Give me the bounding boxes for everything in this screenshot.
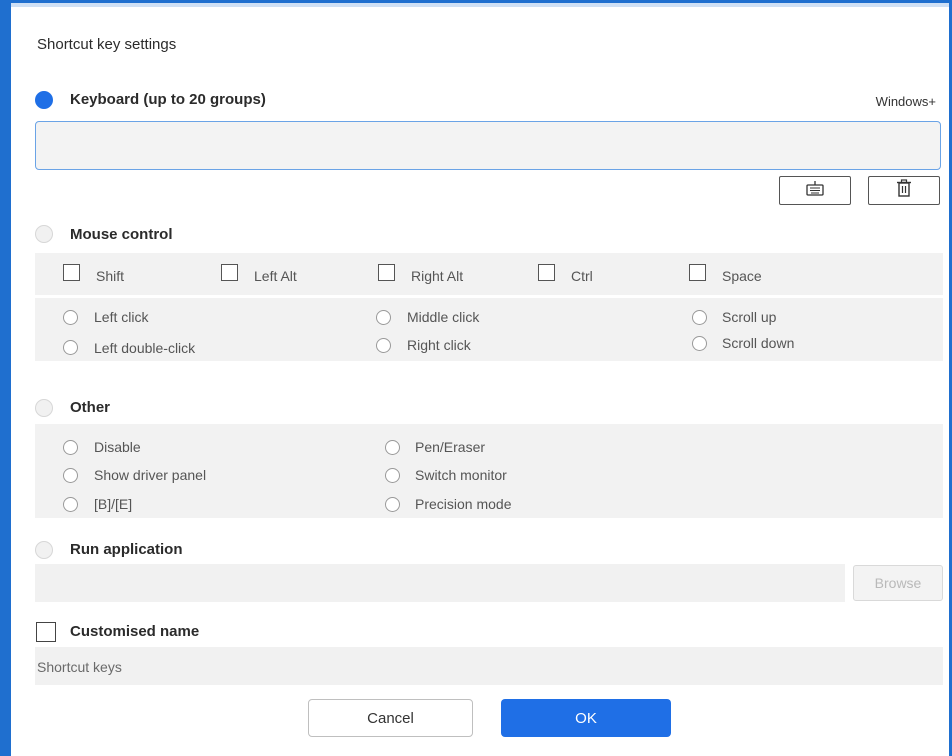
run-application-radio[interactable]: [35, 541, 53, 559]
pen-eraser-radio[interactable]: [385, 440, 400, 455]
space-checkbox[interactable]: [689, 264, 706, 281]
window-frame-top-highlight: [11, 3, 952, 7]
browse-button[interactable]: Browse: [853, 565, 943, 601]
windows-modifier-label: Windows+: [875, 94, 936, 109]
ok-button[interactable]: OK: [501, 699, 671, 737]
application-path-input[interactable]: [35, 564, 845, 602]
keyboard-label: Keyboard (up to 20 groups): [70, 91, 266, 108]
right-click-label: Right click: [407, 337, 471, 353]
disable-label: Disable: [94, 439, 141, 455]
switch-monitor-radio[interactable]: [385, 468, 400, 483]
mouse-control-radio[interactable]: [35, 225, 53, 243]
precision-mode-radio[interactable]: [385, 497, 400, 512]
keyboard-shortcut-input[interactable]: [35, 121, 941, 170]
right-alt-label: Right Alt: [411, 268, 464, 284]
show-driver-panel-radio[interactable]: [63, 468, 78, 483]
shift-label: Shift: [96, 268, 125, 284]
ctrl-checkbox[interactable]: [538, 264, 555, 281]
customised-name-input[interactable]: [35, 647, 943, 685]
b-e-label: [B]/[E]: [94, 496, 133, 512]
window-frame-left: [0, 0, 11, 756]
scroll-up-label: Scroll up: [722, 309, 777, 325]
pen-eraser-label: Pen/Eraser: [415, 439, 486, 455]
precision-mode-label: Precision mode: [415, 496, 512, 512]
right-click-radio[interactable]: [376, 338, 391, 353]
other-label: Other: [70, 399, 111, 416]
keyboard-radio[interactable]: [35, 91, 53, 109]
left-double-click-radio[interactable]: [63, 340, 78, 355]
switch-monitor-label: Switch monitor: [415, 467, 507, 483]
space-label: Space: [722, 268, 762, 284]
left-alt-checkbox[interactable]: [221, 264, 238, 281]
mouse-panel-divider: [35, 295, 943, 298]
run-application-label: Run application: [70, 541, 183, 558]
trash-icon: [896, 179, 912, 202]
left-double-click-label: Left double-click: [94, 340, 196, 356]
disable-radio[interactable]: [63, 440, 78, 455]
middle-click-label: Middle click: [407, 309, 480, 325]
scroll-down-label: Scroll down: [722, 335, 795, 351]
cancel-button[interactable]: Cancel: [308, 699, 473, 737]
other-radio[interactable]: [35, 399, 53, 417]
scroll-down-radio[interactable]: [692, 336, 707, 351]
delete-button[interactable]: [868, 176, 940, 205]
show-driver-panel-label: Show driver panel: [94, 467, 207, 483]
scroll-up-radio[interactable]: [692, 310, 707, 325]
mouse-control-label: Mouse control: [70, 226, 173, 243]
customised-name-checkbox[interactable]: [36, 622, 56, 642]
left-click-radio[interactable]: [63, 310, 78, 325]
ctrl-label: Ctrl: [571, 268, 593, 284]
b-e-radio[interactable]: [63, 497, 78, 512]
dialog-title: Shortcut key settings: [37, 36, 177, 53]
middle-click-radio[interactable]: [376, 310, 391, 325]
left-alt-label: Left Alt: [254, 268, 297, 284]
keyboard-icon: [805, 180, 825, 201]
left-click-label: Left click: [94, 309, 149, 325]
customised-name-label: Customised name: [70, 623, 200, 640]
shift-checkbox[interactable]: [63, 264, 80, 281]
customised-name-value: Shortcut keys: [37, 659, 122, 675]
right-alt-checkbox[interactable]: [378, 264, 395, 281]
keyboard-button[interactable]: [779, 176, 851, 205]
